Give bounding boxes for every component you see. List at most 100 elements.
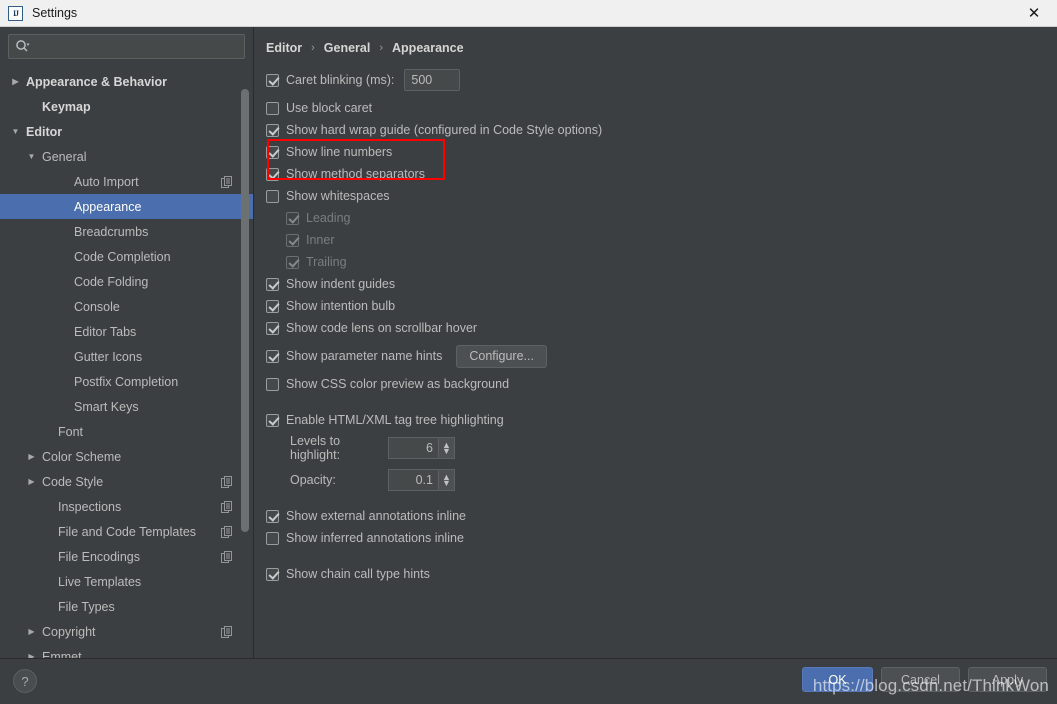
show-method-separators-checkbox[interactable] — [266, 167, 279, 181]
option-show-css-color-preview[interactable]: Show CSS color preview as background — [266, 373, 1057, 395]
option-show-method-separators[interactable]: Show method separators — [266, 163, 1057, 185]
option-use-block-caret[interactable]: Use block caret — [266, 97, 1057, 119]
spinner-down-icon[interactable]: ▼ — [442, 446, 451, 456]
option-whitespace-inner[interactable]: Inner — [266, 229, 1057, 251]
chevron-right-icon[interactable]: ▶ — [26, 651, 37, 658]
show-inferred-annotations-checkbox[interactable] — [266, 531, 279, 545]
opacity-value[interactable]: 0.1 — [388, 469, 438, 491]
option-caret-blinking[interactable]: Caret blinking (ms): — [266, 69, 1057, 91]
show-css-color-preview-checkbox[interactable] — [266, 377, 279, 391]
copy-icon[interactable] — [221, 500, 233, 513]
copy-icon[interactable] — [221, 525, 233, 538]
sidebar-item-inspections[interactable]: Inspections — [0, 494, 253, 519]
sidebar-item-color-scheme[interactable]: ▶ Color Scheme — [0, 444, 253, 469]
search-input[interactable] — [34, 39, 238, 54]
sidebar-item-file-encodings[interactable]: File Encodings — [0, 544, 253, 569]
whitespace-trailing-checkbox[interactable] — [286, 255, 299, 269]
copy-icon[interactable] — [221, 550, 233, 563]
help-icon[interactable]: ? — [13, 669, 37, 693]
whitespace-inner-checkbox[interactable] — [286, 233, 299, 247]
sidebar-item-code-completion[interactable]: Code Completion — [0, 244, 253, 269]
sidebar-item-keymap[interactable]: Keymap — [0, 94, 253, 119]
sidebar-item-smart-keys[interactable]: Smart Keys — [0, 394, 253, 419]
levels-to-highlight-stepper[interactable]: 6 ▲ ▼ — [388, 437, 455, 459]
spinner-down-icon[interactable]: ▼ — [442, 478, 451, 488]
option-show-parameter-name-hints[interactable]: Show parameter name hints Configure... — [266, 344, 1057, 368]
show-hard-wrap-guide-checkbox[interactable] — [266, 123, 279, 137]
cancel-button[interactable]: Cancel — [881, 667, 960, 692]
sidebar-item-label: File Types — [58, 599, 115, 614]
search-box[interactable] — [8, 34, 245, 59]
caret-blinking-input[interactable] — [404, 69, 461, 91]
option-show-chain-call-type-hints[interactable]: Show chain call type hints — [266, 563, 1057, 585]
enable-tag-tree-highlighting-checkbox[interactable] — [266, 413, 279, 427]
opacity-stepper[interactable]: 0.1 ▲ ▼ — [388, 469, 455, 491]
show-intention-bulb-checkbox[interactable] — [266, 299, 279, 313]
ok-button[interactable]: OK — [802, 667, 873, 692]
option-show-hard-wrap-guide[interactable]: Show hard wrap guide (configured in Code… — [266, 119, 1057, 141]
show-whitespaces-checkbox[interactable] — [266, 189, 279, 203]
option-show-line-numbers[interactable]: Show line numbers — [266, 141, 1057, 163]
show-indent-guides-label: Show indent guides — [286, 277, 396, 291]
option-show-whitespaces[interactable]: Show whitespaces — [266, 185, 1057, 207]
option-show-intention-bulb[interactable]: Show intention bulb — [266, 295, 1057, 317]
levels-to-highlight-spin-buttons[interactable]: ▲ ▼ — [438, 437, 455, 459]
sidebar-item-appearance-behavior[interactable]: ▶ Appearance & Behavior — [0, 69, 253, 94]
whitespace-leading-checkbox[interactable] — [286, 211, 299, 225]
sidebar-item-auto-import[interactable]: Auto Import — [0, 169, 253, 194]
sidebar-item-emmet[interactable]: ▶ Emmet — [0, 644, 253, 659]
caret-blinking-checkbox[interactable] — [266, 73, 279, 87]
sidebar-item-breadcrumbs[interactable]: Breadcrumbs — [0, 219, 253, 244]
option-whitespace-trailing[interactable]: Trailing — [266, 251, 1057, 273]
show-indent-guides-checkbox[interactable] — [266, 277, 279, 291]
close-icon[interactable]: ✕ — [1011, 0, 1057, 26]
levels-to-highlight-value[interactable]: 6 — [388, 437, 438, 459]
sidebar-item-appearance[interactable]: Appearance — [0, 194, 253, 219]
show-line-numbers-checkbox[interactable] — [266, 145, 279, 159]
chevron-right-icon[interactable]: ▶ — [10, 76, 21, 87]
chevron-down-icon[interactable]: ▼ — [26, 151, 37, 162]
option-enable-tag-tree-highlighting[interactable]: Enable HTML/XML tag tree highlighting — [266, 409, 1057, 431]
sidebar-item-code-style[interactable]: ▶ Code Style — [0, 469, 253, 494]
sidebar-item-code-folding[interactable]: Code Folding — [0, 269, 253, 294]
copy-icon[interactable] — [221, 475, 233, 488]
breadcrumb-item-editor[interactable]: Editor — [266, 41, 302, 55]
configure-button[interactable]: Configure... — [456, 344, 547, 368]
apply-button[interactable]: Apply — [968, 667, 1047, 692]
option-show-code-lens[interactable]: Show code lens on scrollbar hover — [266, 317, 1057, 339]
sidebar-item-editor[interactable]: ▼ Editor — [0, 119, 253, 144]
opacity-spin-buttons[interactable]: ▲ ▼ — [438, 469, 455, 491]
chevron-right-icon[interactable]: ▶ — [26, 626, 37, 637]
show-parameter-name-hints-checkbox[interactable] — [266, 349, 279, 363]
copy-icon[interactable] — [221, 175, 233, 188]
use-block-caret-checkbox[interactable] — [266, 101, 279, 115]
sidebar-item-general[interactable]: ▼ General — [0, 144, 253, 169]
sidebar-scrollbar[interactable] — [241, 89, 249, 658]
sidebar-item-postfix-completion[interactable]: Postfix Completion — [0, 369, 253, 394]
chevron-right-icon[interactable]: ▶ — [26, 476, 37, 487]
copy-icon[interactable] — [221, 625, 233, 638]
option-whitespace-leading[interactable]: Leading — [266, 207, 1057, 229]
sidebar-item-gutter-icons[interactable]: Gutter Icons — [0, 344, 253, 369]
sidebar-item-editor-tabs[interactable]: Editor Tabs — [0, 319, 253, 344]
show-chain-call-type-hints-checkbox[interactable] — [266, 567, 279, 581]
option-show-indent-guides[interactable]: Show indent guides — [266, 273, 1057, 295]
option-show-inferred-annotations[interactable]: Show inferred annotations inline — [266, 527, 1057, 549]
search-icon — [15, 39, 30, 54]
sidebar-item-file-types[interactable]: File Types — [0, 594, 253, 619]
chevron-right-icon[interactable]: ▶ — [26, 451, 37, 462]
show-external-annotations-checkbox[interactable] — [266, 509, 279, 523]
sidebar-item-copyright[interactable]: ▶ Copyright — [0, 619, 253, 644]
show-code-lens-checkbox[interactable] — [266, 321, 279, 335]
sidebar-item-file-and-code-templates[interactable]: File and Code Templates — [0, 519, 253, 544]
sidebar-item-console[interactable]: Console — [0, 294, 253, 319]
breadcrumb-item-general[interactable]: General — [324, 41, 371, 55]
sidebar-item-font[interactable]: Font — [0, 419, 253, 444]
sidebar-item-live-templates[interactable]: Live Templates — [0, 569, 253, 594]
sidebar-scrollbar-thumb[interactable] — [241, 89, 249, 532]
option-show-external-annotations[interactable]: Show external annotations inline — [266, 505, 1057, 527]
chevron-down-icon[interactable]: ▼ — [10, 126, 21, 137]
sidebar-item-label: Code Folding — [74, 274, 149, 289]
